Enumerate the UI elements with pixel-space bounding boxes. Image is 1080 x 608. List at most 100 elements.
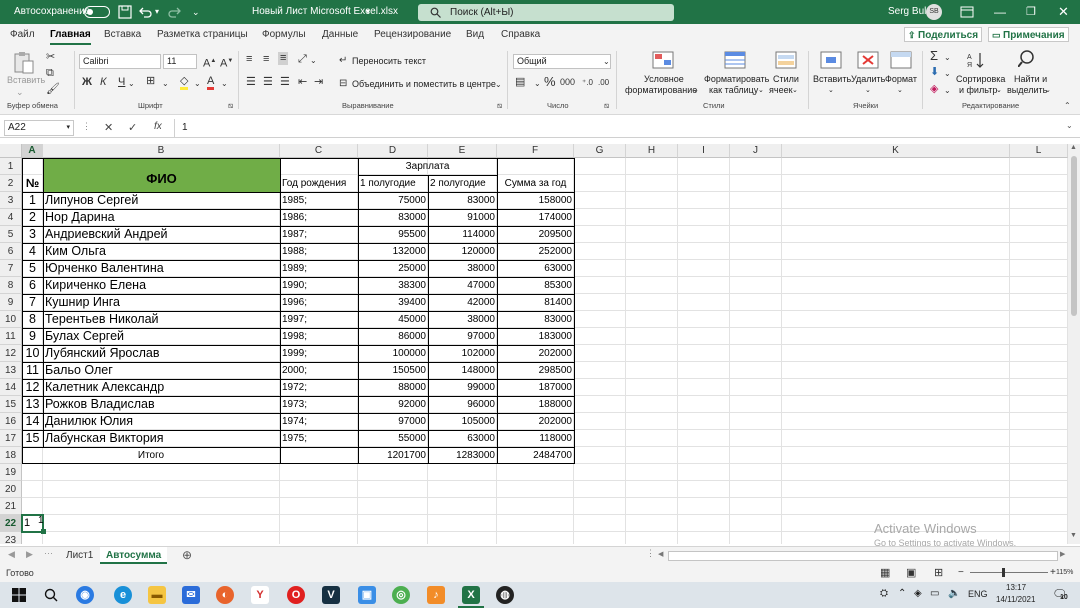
cell-year[interactable]: 1985; <box>280 192 358 209</box>
orientation-dropdown-icon[interactable]: ⌄ <box>310 54 317 67</box>
format-as-table-icon[interactable] <box>724 51 746 69</box>
zoom-out-icon[interactable]: − <box>958 564 964 582</box>
format-as-table-label[interactable]: Форматировать <box>704 74 769 85</box>
user-name[interactable]: Serg Bul <box>888 0 926 24</box>
column-header-a[interactable]: A <box>22 144 43 158</box>
cell-h1[interactable]: 39400 <box>358 294 428 311</box>
insert-cells-label[interactable]: Вставить <box>813 74 851 85</box>
format-cells-label[interactable]: Формат <box>885 74 917 85</box>
column-header-e[interactable]: E <box>428 144 497 158</box>
cell-year[interactable]: 1972; <box>280 379 358 396</box>
volume-icon[interactable]: 🔈 <box>948 588 960 599</box>
cell-sum[interactable]: 174000 <box>497 209 574 226</box>
italic-button[interactable]: К <box>100 76 106 89</box>
font-size-select[interactable]: 11 <box>163 54 197 69</box>
format-painter-icon[interactable]: 🖌 <box>46 83 60 96</box>
accounting-dropdown-icon[interactable]: ⌄ <box>534 77 541 90</box>
increase-font-icon[interactable]: A▲ <box>203 55 216 71</box>
column-header-k[interactable]: K <box>782 144 1010 158</box>
accounting-format-icon[interactable]: ▤ <box>515 76 525 89</box>
zoom-level[interactable]: 115% <box>1056 564 1073 582</box>
font-color-dropdown-icon[interactable]: ⌄ <box>221 77 228 90</box>
redo-icon[interactable] <box>166 5 182 19</box>
number-format-select[interactable]: Общий <box>513 54 611 69</box>
cell-num[interactable]: 6 <box>22 277 43 294</box>
customize-toolbar-icon[interactable]: ⌄ <box>192 0 200 24</box>
align-center-icon[interactable]: ☰ <box>263 76 273 89</box>
app-icon[interactable]: ▣ <box>358 586 376 604</box>
align-bottom-icon[interactable]: ≡ <box>278 52 289 65</box>
cell-styles-dropdown-icon[interactable]: ⌄ <box>792 85 798 96</box>
find-select-icon[interactable] <box>1018 49 1040 67</box>
row-header-7[interactable]: 7 <box>0 260 22 277</box>
cell-year[interactable]: 1990; <box>280 277 358 294</box>
cell-h2[interactable]: 102000 <box>428 345 497 362</box>
column-header-j[interactable]: J <box>730 144 782 158</box>
comma-style-icon[interactable]: 000 <box>560 76 575 89</box>
cut-icon[interactable]: ✂ <box>46 51 55 64</box>
zoom-in-icon[interactable]: + <box>1050 564 1056 582</box>
cell-total-sum[interactable]: 2484700 <box>497 447 574 464</box>
cell-h1[interactable]: 25000 <box>358 260 428 277</box>
cell-sum[interactable]: 85300 <box>497 277 574 294</box>
cell-sum[interactable]: 81400 <box>497 294 574 311</box>
tab-review[interactable]: Рецензирование <box>374 24 451 45</box>
name-box-dropdown-icon[interactable]: ▾ <box>66 121 70 135</box>
fill-dropdown-icon[interactable]: ⌄ <box>194 77 201 90</box>
tray-app-icon[interactable]: ◈ <box>914 588 922 599</box>
cell-h1[interactable]: 100000 <box>358 345 428 362</box>
cell-header-sum[interactable]: Сумма за год <box>497 175 574 192</box>
cell-h2[interactable]: 42000 <box>428 294 497 311</box>
cell-sum[interactable]: 158000 <box>497 192 574 209</box>
row-header-16[interactable]: 16 <box>0 413 22 430</box>
cell-header-num[interactable]: № <box>22 175 43 192</box>
cell-h1[interactable]: 97000 <box>358 413 428 430</box>
font-name-select[interactable]: Calibri <box>79 54 161 69</box>
cell-num[interactable]: 1 <box>22 192 43 209</box>
align-left-icon[interactable]: ☰ <box>246 76 256 89</box>
decrease-font-icon[interactable]: A▼ <box>220 55 233 71</box>
cell-h2[interactable]: 114000 <box>428 226 497 243</box>
cell-sum[interactable]: 183000 <box>497 328 574 345</box>
undo-dropdown-icon[interactable]: ▾ <box>155 0 159 24</box>
cell-h2[interactable]: 63000 <box>428 430 497 447</box>
row-header-12[interactable]: 12 <box>0 345 22 362</box>
cell-year[interactable]: 1973; <box>280 396 358 413</box>
cell-total-h2[interactable]: 1283000 <box>428 447 497 464</box>
row-header-15[interactable]: 15 <box>0 396 22 413</box>
cell-name[interactable]: Лубянский Ярослав <box>43 345 280 362</box>
cell-sum[interactable]: 298500 <box>497 362 574 379</box>
chrome-icon[interactable]: ◎ <box>392 586 410 604</box>
cell-num[interactable]: 2 <box>22 209 43 226</box>
cell-sum[interactable]: 118000 <box>497 430 574 447</box>
insert-cells-icon[interactable] <box>820 51 842 69</box>
conditional-formatting-label[interactable]: Условное <box>644 74 684 85</box>
undo-icon[interactable] <box>138 5 154 19</box>
expand-formula-bar-icon[interactable]: ⌄ <box>1066 121 1073 130</box>
row-header-5[interactable]: 5 <box>0 226 22 243</box>
comments-button[interactable]: ▭ Примечания <box>988 27 1069 42</box>
enter-icon[interactable]: ✓ <box>128 121 137 134</box>
firefox-icon[interactable]: ◐ <box>216 586 234 604</box>
column-header-g[interactable]: G <box>574 144 626 158</box>
alignment-dialog-launcher-icon[interactable]: ⧅ <box>497 101 502 111</box>
clear-dropdown-icon[interactable]: ⌄ <box>944 84 951 97</box>
network-icon[interactable]: ▭ <box>930 588 939 599</box>
delete-cells-label[interactable]: Удалить <box>851 74 885 85</box>
scroll-right-icon[interactable]: ▶ <box>1060 550 1065 558</box>
delete-cells-icon[interactable] <box>857 51 879 69</box>
share-button[interactable]: ⇪ Поделиться <box>904 27 983 42</box>
cell-year[interactable]: 1987; <box>280 226 358 243</box>
vertical-scrollbar[interactable]: ▲ ▼ <box>1068 144 1080 544</box>
number-format-dropdown-icon[interactable]: ⌄ <box>603 55 610 68</box>
cell-name[interactable]: Данилюк Юлия <box>43 413 280 430</box>
cell-header-year[interactable]: Год рождения <box>280 175 358 192</box>
zoom-slider[interactable] <box>970 572 1048 573</box>
cell-sum[interactable]: 202000 <box>497 345 574 362</box>
cell-h1[interactable]: 38300 <box>358 277 428 294</box>
cell-name[interactable]: Липунов Сергей <box>43 192 280 209</box>
cell-name[interactable]: Рожков Владислав <box>43 396 280 413</box>
excel-taskbar-icon[interactable]: X <box>462 586 480 604</box>
column-header-d[interactable]: D <box>358 144 428 158</box>
cell-h2[interactable]: 105000 <box>428 413 497 430</box>
